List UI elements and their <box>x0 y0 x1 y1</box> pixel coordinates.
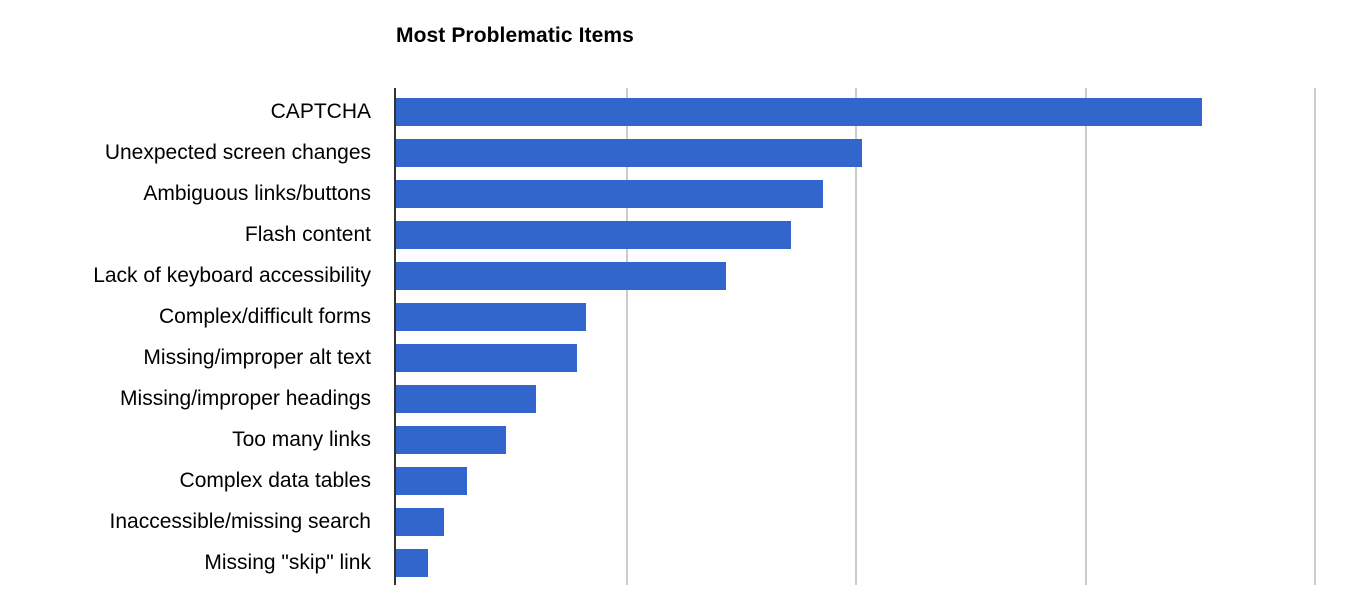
chart-title: Most Problematic Items <box>396 24 634 47</box>
bar <box>396 426 506 454</box>
y-axis-line <box>394 88 396 585</box>
gridline <box>1314 88 1316 585</box>
category-label: Inaccessible/missing search <box>109 510 371 533</box>
bar <box>396 344 577 372</box>
bar <box>396 385 536 413</box>
bar <box>396 139 862 167</box>
category-label: Missing/improper headings <box>120 387 371 410</box>
bar <box>396 303 586 331</box>
bar <box>396 262 726 290</box>
bar <box>396 180 823 208</box>
category-labels: CAPTCHA Unexpected screen changes Ambiguou… <box>0 88 371 585</box>
category-label: Ambiguous links/buttons <box>143 182 371 205</box>
category-label: Unexpected screen changes <box>104 141 371 164</box>
category-label: Flash content <box>244 223 371 246</box>
bar <box>396 549 428 577</box>
category-label: Complex data tables <box>179 469 371 492</box>
category-label: Complex/difficult forms <box>158 305 371 328</box>
bar <box>396 221 791 249</box>
category-label: Lack of keyboard accessibility <box>93 264 371 287</box>
bar <box>396 98 1202 126</box>
bar <box>396 508 444 536</box>
bar-chart: Most Problematic Items CAPTCHA Unexpected… <box>0 0 1346 610</box>
gridline <box>1085 88 1087 585</box>
category-label: Missing "skip" link <box>204 551 371 574</box>
category-label: Missing/improper alt text <box>143 346 371 369</box>
category-label: CAPTCHA <box>270 100 371 123</box>
plot-area <box>396 88 1316 585</box>
bar <box>396 467 467 495</box>
category-label: Too many links <box>232 428 371 451</box>
